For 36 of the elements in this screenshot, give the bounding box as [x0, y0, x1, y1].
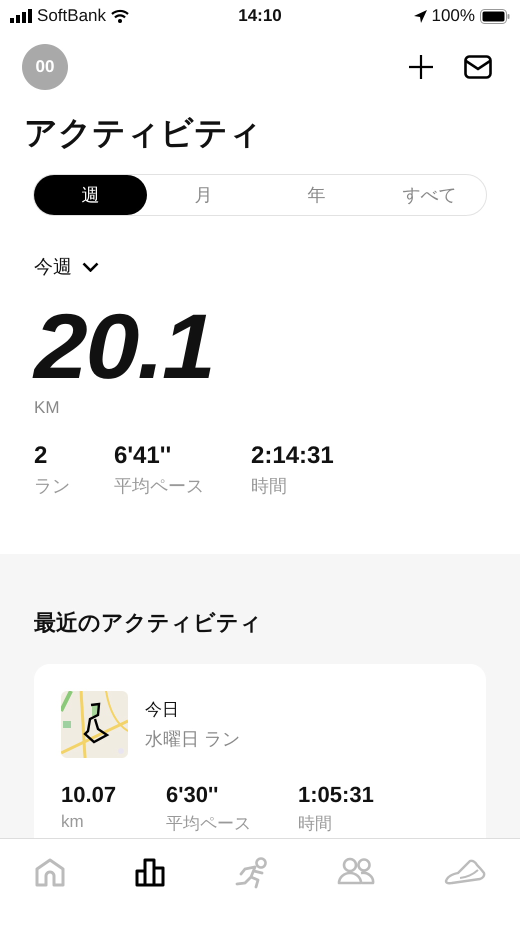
signal-icon	[10, 9, 32, 23]
period-tab[interactable]: 週	[34, 175, 147, 215]
section-heading: 最近のアクティビティ	[34, 609, 263, 637]
stat-label: 時間	[298, 813, 333, 835]
stat-label: 平均ペース	[114, 475, 205, 498]
plus-icon[interactable]	[408, 54, 434, 80]
activity-name: 水曜日 ラン	[145, 728, 240, 751]
stat-label: km	[61, 812, 85, 832]
activity-card[interactable]: 今日 水曜日 ラン 10.07 km 6'30'' 平均ペース 1:05:31 時間	[34, 664, 486, 838]
stat-value: 10.07	[61, 782, 118, 808]
stat-label: 時間	[251, 475, 288, 498]
distance-total: 20.1	[34, 302, 215, 392]
wifi-icon	[111, 9, 129, 23]
stat-value: 6'30''	[166, 782, 220, 808]
period-tab[interactable]: 年	[260, 175, 373, 215]
stat-value: 2:14:31	[251, 442, 334, 470]
bar-chart-icon[interactable]	[134, 857, 165, 887]
status-time: 14:10	[238, 6, 282, 26]
distance-unit: KM	[34, 398, 60, 418]
mail-icon[interactable]	[464, 55, 492, 79]
stat-label: ラン	[34, 475, 71, 498]
battery-icon	[480, 8, 510, 24]
avatar[interactable]: 00	[22, 44, 68, 90]
stat-value: 6'41''	[114, 442, 172, 470]
stat-value: 1:05:31	[298, 782, 374, 808]
stat-value: 2	[34, 442, 48, 470]
chevron-down-icon[interactable]	[82, 262, 99, 272]
period-tab[interactable]: 月	[147, 175, 260, 215]
page-title: アクティビティ	[24, 113, 263, 153]
stat-label: 平均ペース	[166, 813, 252, 835]
activity-date: 今日	[145, 699, 180, 721]
range-label[interactable]: 今週	[34, 254, 72, 280]
period-tab[interactable]: すべて	[373, 175, 486, 215]
carrier-name: SoftBank	[37, 6, 106, 26]
battery-percent: 100%	[432, 6, 475, 26]
location-arrow-icon	[414, 10, 426, 22]
